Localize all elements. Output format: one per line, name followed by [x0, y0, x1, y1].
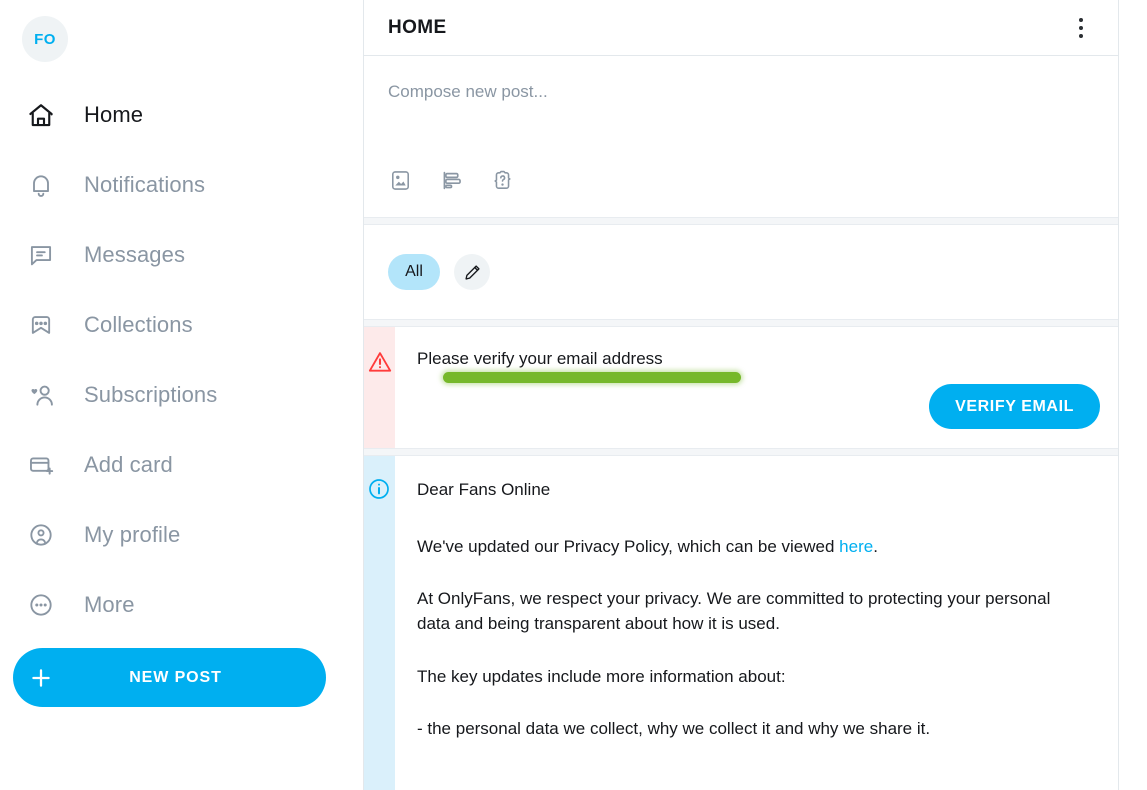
user-circle-icon — [22, 516, 60, 554]
credit-card-plus-icon — [22, 446, 60, 484]
sidebar-item-my-profile[interactable]: My profile — [13, 500, 363, 570]
privacy-policy-notice: Dear Fans Online We've updated our Priva… — [364, 456, 1118, 790]
right-empty-area — [1119, 0, 1147, 790]
chat-bubble-icon — [22, 236, 60, 274]
filter-all-pill[interactable]: All — [388, 254, 440, 290]
sidebar-item-label: Subscriptions — [84, 382, 218, 407]
ellipsis-circle-icon — [22, 586, 60, 624]
new-post-label: NEW POST — [129, 668, 222, 686]
new-post-button[interactable]: NEW POST — [13, 648, 326, 707]
section-divider — [364, 448, 1118, 456]
person-heart-icon — [22, 376, 60, 414]
avatar-initials: FO — [34, 30, 56, 48]
sidebar-item-collections[interactable]: Collections — [13, 290, 363, 360]
sidebar-item-messages[interactable]: Messages — [13, 220, 363, 290]
sidebar-item-label: Home — [84, 102, 144, 127]
sidebar-item-more[interactable]: More — [13, 570, 363, 640]
compose-area[interactable]: Compose new post... — [364, 56, 1118, 217]
sidebar-item-label: Notifications — [84, 172, 206, 197]
privacy-policy-link[interactable]: here — [839, 537, 873, 556]
compose-toolbar — [388, 168, 515, 193]
kebab-dot — [1079, 17, 1083, 22]
verify-email-button[interactable]: VERIFY EMAIL — [929, 384, 1100, 429]
pencil-icon[interactable] — [454, 254, 490, 290]
kebab-dot — [1079, 25, 1083, 30]
sidebar-item-label: Collections — [84, 312, 193, 337]
sidebar-item-home[interactable]: Home — [13, 80, 363, 150]
info-circle-icon — [367, 477, 391, 506]
privacy-text-before: We've updated our Privacy Policy, which … — [417, 536, 840, 556]
filter-bar: All — [364, 225, 1118, 319]
info-stripe — [364, 456, 395, 790]
sidebar-item-label: Messages — [84, 242, 186, 267]
sidebar-item-add-card[interactable]: Add card — [13, 430, 363, 500]
sidebar-item-notifications[interactable]: Notifications — [13, 150, 363, 220]
quiz-icon[interactable] — [490, 168, 515, 193]
notice-paragraph-4: - the personal data we collect, why we c… — [417, 719, 931, 739]
sidebar-item-label: More — [84, 592, 135, 617]
email-verification-banner: Please verify your email address VERIFY … — [364, 327, 1118, 448]
home-icon — [22, 96, 60, 134]
kebab-dot — [1079, 33, 1083, 38]
sidebar: FO Home Notifications Messages Collectio… — [0, 0, 363, 790]
notice-paragraph-2: At OnlyFans, we respect your privacy. We… — [417, 589, 1051, 633]
image-icon[interactable] — [388, 168, 413, 193]
poll-icon[interactable] — [439, 168, 464, 193]
bookmark-stars-icon — [22, 306, 60, 344]
privacy-text-after: . — [873, 536, 878, 556]
notice-privacy-line: We've updated our Privacy Policy, which … — [417, 535, 1088, 560]
page-title: HOME — [388, 16, 447, 38]
sidebar-nav: Home Notifications Messages Collections … — [13, 80, 363, 640]
bell-icon — [22, 166, 60, 204]
warning-stripe — [364, 327, 395, 448]
top-bar: HOME — [364, 0, 1118, 56]
app-root: FO Home Notifications Messages Collectio… — [0, 0, 1147, 790]
section-divider — [364, 217, 1118, 225]
kebab-menu-icon[interactable] — [1066, 11, 1096, 45]
main-column: HOME Compose new post... All Please veri… — [363, 0, 1119, 790]
sidebar-item-label: Add card — [84, 452, 173, 477]
avatar[interactable]: FO — [22, 16, 68, 62]
sidebar-item-label: My profile — [84, 522, 181, 547]
green-highlighter-stroke — [443, 372, 741, 383]
notice-paragraph-3: The key updates include more information… — [417, 666, 786, 686]
compose-input-placeholder[interactable]: Compose new post... — [388, 82, 1094, 102]
sidebar-item-subscriptions[interactable]: Subscriptions — [13, 360, 363, 430]
section-divider — [364, 319, 1118, 327]
plus-icon — [13, 665, 69, 691]
warning-triangle-icon — [367, 349, 393, 380]
warning-message: Please verify your email address — [417, 349, 663, 368]
notice-greeting: Dear Fans Online — [417, 480, 551, 499]
